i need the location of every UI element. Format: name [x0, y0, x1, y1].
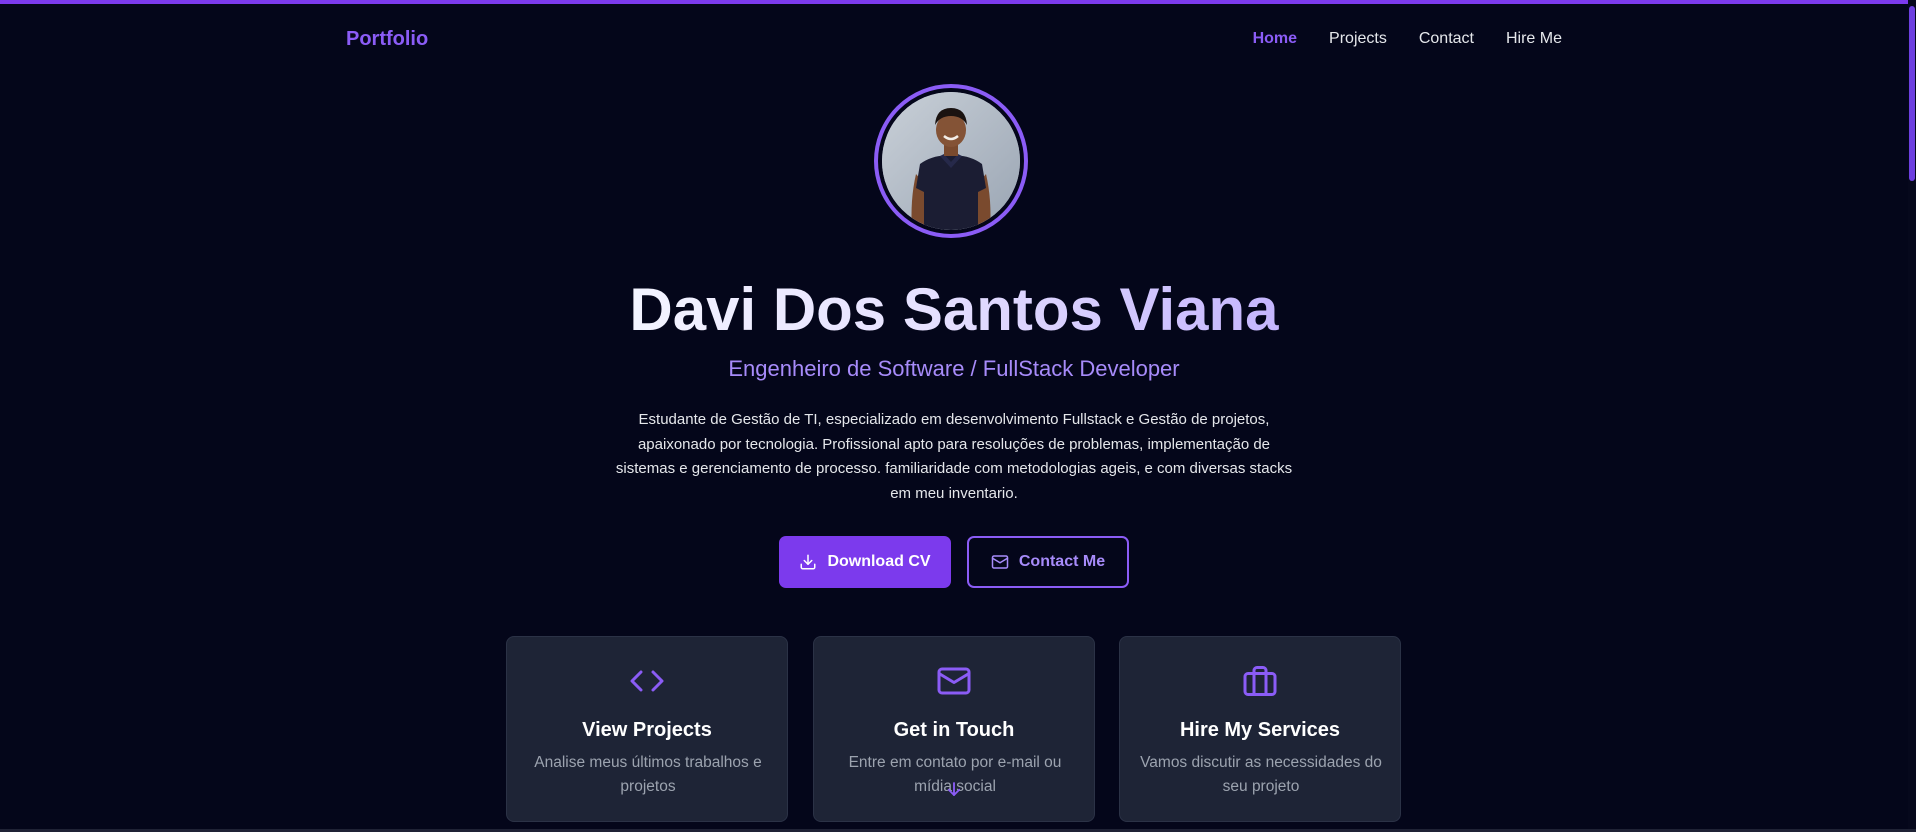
card-hire-my-services[interactable]: Hire My Services Vamos discutir as neces… [1119, 636, 1401, 822]
hero-subtitle: Engenheiro de Software / FullStack Devel… [728, 356, 1180, 381]
briefcase-icon [1120, 663, 1400, 699]
mail-icon [814, 663, 1094, 699]
top-accent-bar [0, 0, 1916, 4]
nav-item-hire-me[interactable]: Hire Me [1506, 30, 1562, 48]
nav-links: Home Projects Contact Hire Me [1253, 30, 1562, 48]
brand-logo[interactable]: Portfolio [346, 28, 428, 51]
card-description: Analise meus últimos trabalhos e projeto… [534, 754, 762, 795]
hero-name: Davi Dos Santos Viana [0, 274, 1908, 346]
contact-me-button[interactable]: Contact Me [967, 536, 1129, 588]
card-title: View Projects [582, 719, 712, 741]
card-view-projects[interactable]: View Projects Analise meus últimos traba… [506, 636, 788, 822]
contact-me-label: Contact Me [1018, 553, 1106, 570]
scrollbar-thumb[interactable] [1909, 6, 1915, 181]
navbar: Portfolio Home Projects Contact Hire Me [346, 22, 1562, 56]
card-title: Get in Touch [893, 719, 1015, 741]
nav-item-projects[interactable]: Projects [1329, 30, 1387, 48]
download-cv-button[interactable]: Download CV [779, 536, 951, 588]
nav-item-home[interactable]: Home [1253, 30, 1297, 48]
hero-name-text: Davi Dos Santos Viana [629, 276, 1279, 343]
scroll-down-arrow-icon[interactable] [945, 780, 963, 798]
nav-item-contact[interactable]: Contact [1419, 30, 1474, 48]
avatar [874, 84, 1028, 238]
download-cv-label: Download CV [827, 553, 931, 570]
scrollbar[interactable] [1908, 0, 1916, 832]
card-title: Hire My Services [1179, 719, 1341, 741]
card-description: Vamos discutir as necessidades do seu pr… [1140, 754, 1382, 795]
mail-icon [991, 553, 1009, 571]
code-icon [507, 663, 787, 699]
profile-photo [882, 92, 1020, 230]
download-icon [799, 553, 817, 571]
hero-bio: Estudante de Gestão de TI, especializado… [615, 411, 1293, 502]
